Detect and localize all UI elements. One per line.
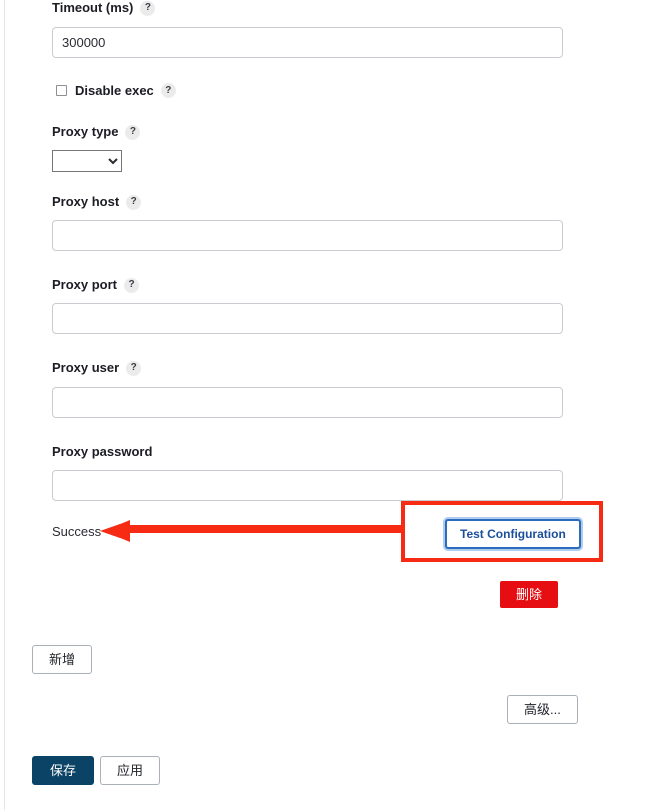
help-icon-timeout[interactable]: ? <box>140 0 156 16</box>
label-proxy-host-text: Proxy host <box>52 194 120 209</box>
left-divider-rule <box>4 0 5 810</box>
label-proxy-port: Proxy port ? <box>52 277 140 293</box>
proxy-type-select[interactable] <box>52 150 122 172</box>
help-icon-proxy-type[interactable]: ? <box>125 124 141 140</box>
label-proxy-user: Proxy user ? <box>52 360 142 376</box>
label-timeout-text: Timeout (ms) <box>52 0 134 15</box>
add-button[interactable]: 新增 <box>32 645 93 674</box>
test-status-text: Success <box>52 524 102 539</box>
label-proxy-user-text: Proxy user <box>52 360 120 375</box>
delete-button[interactable]: 删除 <box>500 581 559 608</box>
timeout-input[interactable] <box>52 27 563 58</box>
label-proxy-port-text: Proxy port <box>52 277 118 292</box>
help-icon-disable-exec[interactable]: ? <box>160 83 176 98</box>
configuration-form: Timeout (ms) ? Disable exec ? Proxy type… <box>32 0 667 810</box>
label-timeout: Timeout (ms) ? <box>52 0 156 16</box>
disable-exec-label-text: Disable exec <box>75 83 154 98</box>
label-proxy-type: Proxy type ? <box>52 124 141 140</box>
help-icon-proxy-host[interactable]: ? <box>126 194 142 210</box>
disable-exec-checkbox[interactable] <box>56 85 67 96</box>
advanced-button[interactable]: 高级... <box>507 695 578 724</box>
help-icon-proxy-port[interactable]: ? <box>124 277 140 293</box>
proxy-password-input[interactable] <box>52 470 563 501</box>
label-proxy-host: Proxy host ? <box>52 194 142 210</box>
proxy-host-input[interactable] <box>52 220 563 251</box>
label-proxy-password-text: Proxy password <box>52 444 153 459</box>
disable-exec-label: Disable exec ? <box>75 83 176 98</box>
label-proxy-password: Proxy password <box>52 444 152 460</box>
help-icon-proxy-user[interactable]: ? <box>126 360 142 376</box>
proxy-port-input[interactable] <box>52 303 563 334</box>
apply-button[interactable]: 应用 <box>100 756 161 785</box>
proxy-user-input[interactable] <box>52 387 563 418</box>
save-button[interactable]: 保存 <box>32 756 95 785</box>
disable-exec-row[interactable]: Disable exec ? <box>56 83 176 98</box>
test-configuration-button[interactable]: Test Configuration <box>445 519 581 549</box>
label-proxy-type-text: Proxy type <box>52 124 119 139</box>
settings-form-page: Timeout (ms) ? Disable exec ? Proxy type… <box>0 0 667 810</box>
